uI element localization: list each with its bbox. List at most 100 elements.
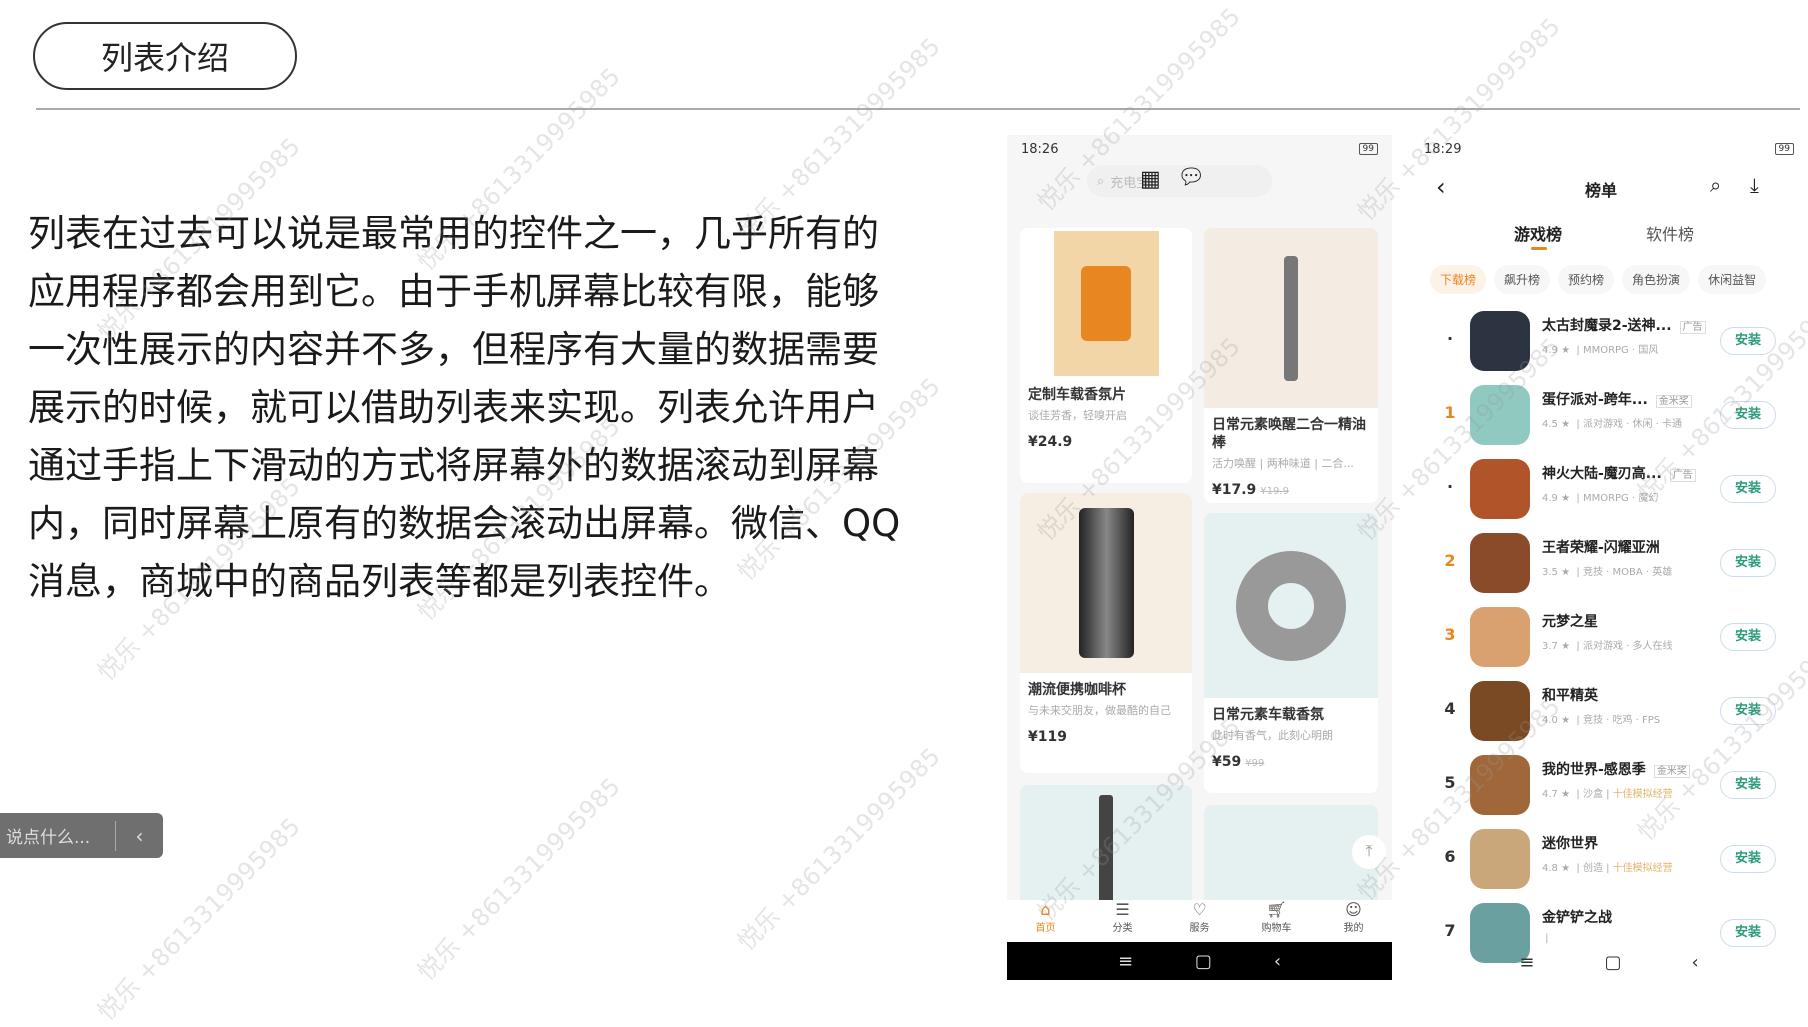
product-name: 定制车载香氛片	[1028, 387, 1126, 403]
menu-icon[interactable]: ≡	[1519, 952, 1534, 973]
game-name: 迷你世界	[1542, 836, 1598, 852]
game-icon	[1470, 311, 1530, 371]
product-image	[1020, 493, 1192, 673]
rank-number: 7	[1444, 921, 1456, 940]
game-meta: 4.5 ★ | 派对游戏 · 休闲 · 卡通	[1542, 419, 1683, 430]
game-tag: 金米奖	[1653, 765, 1690, 778]
game-icon	[1470, 681, 1530, 741]
watermark: 悦乐 +8613319995985	[412, 772, 626, 987]
install-button[interactable]: 安装	[1720, 475, 1776, 503]
product-card[interactable]: 日常元素车载香氛 此时有香气，此刻心明朗 ¥59 ¥99	[1204, 513, 1378, 793]
chip-rising[interactable]: 飙升榜	[1494, 265, 1551, 294]
game-list-item[interactable]: 5 我的世界-感恩季 金米奖 4.7 ★ | 沙盒 | 十佳模拟经营 安装	[1410, 749, 1808, 823]
paragraph-line: 消息，商城中的商品列表等都是列表控件。	[28, 560, 731, 603]
menu-icon[interactable]: ≡	[1118, 951, 1133, 972]
message-icon[interactable]: 💬︎	[1177, 165, 1205, 190]
install-button[interactable]: 安装	[1720, 919, 1776, 947]
search-icon: ⌕	[1097, 173, 1105, 189]
game-meta: |	[1542, 933, 1549, 944]
chip-downloads[interactable]: 下载榜	[1430, 265, 1487, 294]
tab-service[interactable]: ♡ 服务	[1161, 900, 1238, 942]
heart-icon: ♡	[1192, 900, 1207, 919]
chip-rpg[interactable]: 角色扮演	[1622, 265, 1691, 294]
game-meta: 4.9 ★ | MMORPG · 国风	[1542, 345, 1659, 356]
product-price: ¥24.9	[1028, 434, 1073, 450]
install-button[interactable]: 安装	[1720, 401, 1776, 429]
game-name: 太古封魔录2-送神... 广告	[1542, 315, 1706, 335]
game-list-item[interactable]: 1 蛋仔派对-跨年... 金米奖 4.5 ★ | 派对游戏 · 休闲 · 卡通 安…	[1410, 379, 1808, 453]
home-square-icon[interactable]: ▢	[1195, 951, 1212, 972]
product-name: 日常元素唤醒二合一精油棒	[1212, 417, 1366, 451]
back-arrow-icon[interactable]: ‹	[1436, 173, 1446, 201]
paragraph-line: 展示的时候，就可以借助列表来实现。列表允许用户	[28, 386, 879, 429]
search-icon[interactable]: ⌕	[1710, 173, 1721, 197]
product-card[interactable]	[1020, 785, 1192, 905]
tab-cart[interactable]: 🛒︎ 购物车	[1238, 900, 1315, 942]
game-tag: 金米奖	[1655, 395, 1692, 408]
tab-home[interactable]: ⌂ 首页	[1007, 900, 1084, 942]
status-time: 18:26	[1021, 141, 1059, 157]
product-card[interactable]: 日常元素唤醒二合一精油棒 活力唤醒 | 两种味道 | 二合... ¥17.9 ¥1…	[1204, 228, 1378, 503]
back-icon[interactable]: ‹	[1691, 952, 1698, 973]
product-desc: 谈佳芳香，轻嗅开启	[1028, 409, 1127, 422]
paragraph-line: 通过手指上下滑动的方式将屏幕外的数据滚动到屏幕	[28, 444, 879, 487]
game-list-item[interactable]: 3 元梦之星 3.7 ★ | 派对游戏 · 多人在线 安装	[1410, 601, 1808, 675]
product-desc: 此时有香气，此刻心明朗	[1212, 729, 1333, 742]
product-desc: 活力唤醒 | 两种味道 | 二合...	[1212, 457, 1354, 470]
home-square-icon[interactable]: ▢	[1604, 952, 1621, 973]
rank-number: ·	[1446, 329, 1454, 348]
back-icon[interactable]: ‹	[1274, 951, 1281, 972]
product-desc: 与未来交朋友，做最酷的自己	[1028, 704, 1171, 717]
install-button[interactable]: 安装	[1720, 623, 1776, 651]
install-button[interactable]: 安装	[1720, 771, 1776, 799]
product-name: 日常元素车载香氛	[1212, 707, 1324, 723]
game-meta: 4.9 ★ | MMORPG · 魔幻	[1542, 493, 1659, 504]
product-card[interactable]: 潮流便携咖啡杯 与未来交朋友，做最酷的自己 ¥119	[1020, 493, 1192, 773]
game-tag: 广告	[1679, 321, 1706, 334]
game-name: 和平精英	[1542, 688, 1598, 704]
tab-profile[interactable]: ☺ 我的	[1315, 900, 1392, 942]
product-image	[1020, 228, 1192, 378]
comment-box[interactable]: 说点什么... ‹	[0, 813, 163, 858]
tab-category[interactable]: ☰ 分类	[1084, 900, 1161, 942]
cart-icon: 🛒︎	[1266, 900, 1287, 919]
game-list-item[interactable]: 4 和平精英 4.0 ★ | 竞技 · 吃鸡 · FPS 安装	[1410, 675, 1808, 749]
battery-level: 99	[1358, 143, 1378, 155]
product-image	[1204, 228, 1378, 408]
system-nav-bar: ≡ ▢ ‹	[1007, 942, 1392, 980]
status-time: 18:29	[1424, 141, 1462, 157]
back-to-top-icon[interactable]: ⤒	[1352, 835, 1386, 869]
battery-level: 99	[1774, 143, 1794, 155]
game-icon	[1470, 755, 1530, 815]
rank-number: 1	[1444, 403, 1456, 422]
slide-title: 列表介绍	[33, 22, 297, 90]
product-name: 潮流便携咖啡杯	[1028, 682, 1126, 698]
tab-software[interactable]: 软件榜	[1646, 221, 1694, 245]
game-list-item[interactable]: · 太古封魔录2-送神... 广告 4.9 ★ | MMORPG · 国风 安装	[1410, 305, 1808, 379]
status-bar: 18:26 99	[1007, 135, 1392, 163]
chip-casual[interactable]: 休闲益智	[1698, 265, 1767, 294]
chip-preorder[interactable]: 预约榜	[1558, 265, 1615, 294]
game-list-item[interactable]: 2 王者荣耀-闪耀亚洲 3.5 ★ | 竞技 · MOBA · 英雄 安装	[1410, 527, 1808, 601]
game-meta: 3.7 ★ | 派对游戏 · 多人在线	[1542, 641, 1673, 652]
status-bar: 18:29 99	[1410, 135, 1808, 163]
install-button[interactable]: 安装	[1720, 549, 1776, 577]
qr-scan-icon[interactable]: ▦	[1140, 167, 1161, 192]
watermark: 悦乐 +8613319995985	[732, 742, 946, 957]
game-list-item[interactable]: · 神火大陆-魔刃高... 广告 4.9 ★ | MMORPG · 魔幻 安装	[1410, 453, 1808, 527]
download-icon[interactable]: ⤓	[1750, 173, 1759, 197]
comment-input[interactable]: 说点什么...	[0, 823, 115, 848]
game-meta: 4.8 ★ | 创造 | 十佳模拟经营	[1542, 863, 1673, 874]
bottom-tab-bar: ⌂ 首页 ☰ 分类 ♡ 服务 🛒︎ 购物车 ☺ 我的	[1007, 900, 1392, 942]
install-button[interactable]: 安装	[1720, 327, 1776, 355]
phone-ranking-screenshot: 18:29 99 ‹ 榜单 ⌕ ⤓ 游戏榜 软件榜 下载榜 飙升榜 预约榜 角色…	[1410, 135, 1808, 980]
product-card[interactable]: 定制车载香氛片 谈佳芳香，轻嗅开启 ¥24.9	[1020, 228, 1192, 483]
game-list-item[interactable]: 6 迷你世界 4.8 ★ | 创造 | 十佳模拟经营 安装	[1410, 823, 1808, 897]
install-button[interactable]: 安装	[1720, 845, 1776, 873]
rank-number: 4	[1444, 699, 1456, 718]
game-icon	[1470, 533, 1530, 593]
install-button[interactable]: 安装	[1720, 697, 1776, 725]
collapse-chevron-icon[interactable]: ‹	[116, 824, 163, 848]
category-icon: ☰	[1115, 900, 1130, 919]
tab-games[interactable]: 游戏榜	[1514, 221, 1562, 245]
